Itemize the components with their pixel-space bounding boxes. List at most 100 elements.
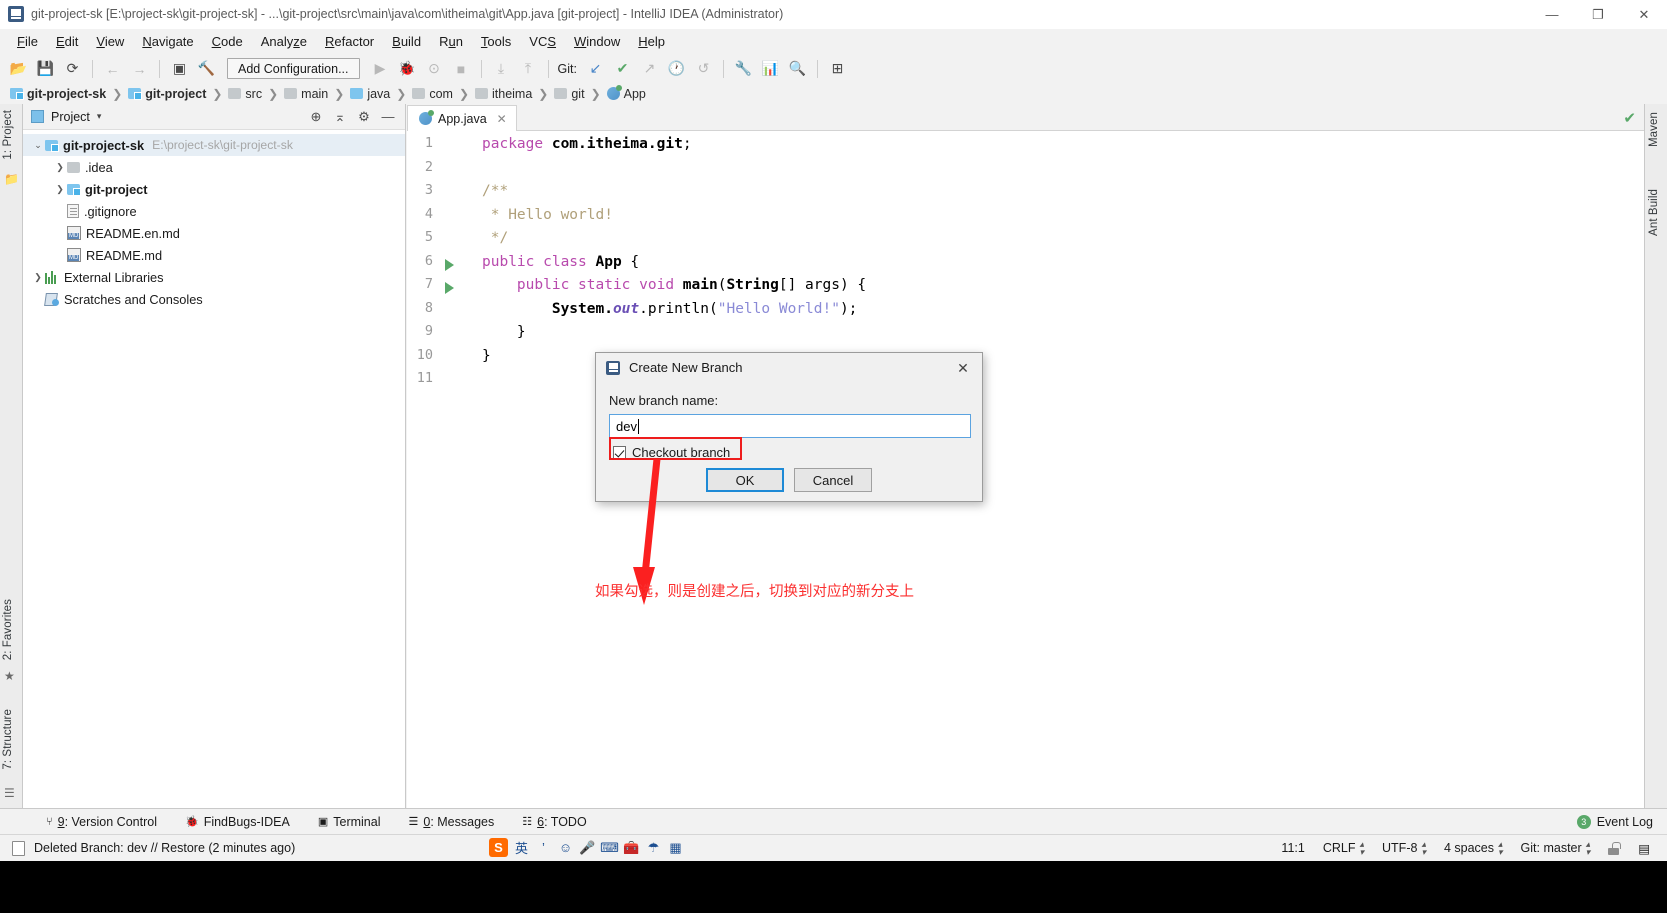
breadcrumb-item-git[interactable]: git — [552, 87, 586, 101]
git-history-icon[interactable]: 🕐 — [664, 57, 689, 81]
menu-item-help[interactable]: Help — [629, 31, 674, 52]
search-icon[interactable]: 🔍 — [785, 57, 810, 81]
maximize-button[interactable]: ❐ — [1575, 0, 1621, 29]
git-branch-selector[interactable]: Git: master ▴▾ — [1512, 840, 1600, 856]
menu-item-code[interactable]: Code — [203, 31, 252, 52]
tree-node-readme-md[interactable]: README.md — [23, 244, 405, 266]
tree-node-git-project-sk[interactable]: ⌄git-project-skE:\project-sk\git-project… — [23, 134, 405, 156]
forward-arrow-icon[interactable]: → — [127, 57, 152, 81]
dialog-close-button[interactable]: ✕ — [952, 358, 974, 378]
bottom-tab-findbugs-idea[interactable]: 🐞FindBugs-IDEA — [171, 815, 304, 829]
sync-icon[interactable]: ⟳ — [60, 57, 85, 81]
menu-item-file[interactable]: File — [8, 31, 47, 52]
add-configuration-button[interactable]: Add Configuration... — [227, 58, 360, 79]
chevron-down-icon[interactable]: ⌄ — [31, 140, 45, 151]
collapse-all-icon[interactable]: ⌅ — [329, 106, 351, 128]
lock-icon[interactable] — [1599, 842, 1629, 855]
menu-item-navigate[interactable]: Navigate — [133, 31, 202, 52]
menu-item-view[interactable]: View — [87, 31, 133, 52]
menu-item-edit[interactable]: Edit — [47, 31, 87, 52]
locate-icon[interactable]: ⊕ — [305, 106, 327, 128]
run-gutter-icon[interactable] — [445, 282, 454, 294]
run-config-icon[interactable]: ▣ — [167, 57, 192, 81]
breadcrumb-item-main[interactable]: main — [282, 87, 330, 101]
chevron-right-icon[interactable]: ❯ — [53, 184, 67, 195]
bottom-tab-9--version-control[interactable]: ⑂9: Version Control — [32, 815, 171, 829]
breadcrumb-item-git-project[interactable]: git-project — [126, 87, 208, 101]
checkout-branch-checkbox[interactable]: Checkout branch — [613, 445, 730, 460]
event-log-button[interactable]: 3 Event Log — [1577, 815, 1667, 829]
settings-gear-icon[interactable]: ⚙ — [353, 106, 375, 128]
toolbox-icon[interactable]: 🧰 — [623, 838, 640, 857]
tab-app-java[interactable]: App.java ✕ — [407, 105, 517, 131]
sidebar-item-favorites[interactable]: 2: Favorites — [2, 599, 14, 660]
sidebar-item-structure[interactable]: 7: Structure — [2, 709, 14, 770]
menu-item-refactor[interactable]: Refactor — [316, 31, 383, 52]
hide-icon[interactable]: — — [377, 106, 399, 128]
status-message[interactable]: Deleted Branch: dev // Restore (2 minute… — [34, 841, 295, 855]
menu-item-window[interactable]: Window — [565, 31, 629, 52]
close-button[interactable]: ✕ — [1621, 0, 1667, 29]
run-gutter-icon[interactable] — [445, 259, 454, 271]
caret-position[interactable]: 11:1 — [1272, 841, 1313, 855]
build-hammer-icon[interactable]: 🔨 — [194, 57, 219, 81]
breadcrumb-item-src[interactable]: src — [226, 87, 264, 101]
open-folder-icon[interactable]: 📂 — [6, 57, 31, 81]
punctuation-icon[interactable]: ’ — [535, 838, 552, 857]
run-icon[interactable]: ▶ — [368, 57, 393, 81]
menu-item-tools[interactable]: Tools — [472, 31, 520, 52]
chevron-down-icon[interactable]: ▾ — [97, 111, 102, 122]
chinese-mode-icon[interactable]: 英 — [513, 838, 530, 857]
sidebar-item-project[interactable]: 1: Project — [2, 110, 14, 160]
tree-node-external-libraries[interactable]: ❯External Libraries — [23, 266, 405, 288]
tree-node-scratches-and-consoles[interactable]: Scratches and Consoles — [23, 288, 405, 310]
breadcrumb-item-itheima[interactable]: itheima — [473, 87, 534, 101]
menu-item-analyze[interactable]: Analyze — [252, 31, 316, 52]
sidebar-item-maven[interactable]: Maven — [1648, 112, 1660, 147]
debug-icon[interactable]: 🐞 — [395, 57, 420, 81]
memory-indicator-icon[interactable]: ▤ — [1629, 841, 1659, 856]
menu-item-build[interactable]: Build — [383, 31, 430, 52]
cancel-button[interactable]: Cancel — [794, 468, 872, 492]
close-icon[interactable]: ✕ — [497, 112, 507, 126]
sidebar-item-ant-build[interactable]: Ant Build — [1648, 189, 1660, 236]
voice-input-icon[interactable]: 🎤 — [579, 838, 596, 857]
tree-node--idea[interactable]: ❯.idea — [23, 156, 405, 178]
profile-icon[interactable]: ⤓ — [489, 57, 514, 81]
breadcrumb-item-git-project-sk[interactable]: git-project-sk — [8, 87, 108, 101]
menu-item-vcs[interactable]: VCS — [520, 31, 565, 52]
run-coverage-icon[interactable]: ⊙ — [422, 57, 447, 81]
indent-selector[interactable]: 4 spaces ▴▾ — [1435, 840, 1512, 856]
settings-wrench-icon[interactable]: 🔧 — [731, 57, 756, 81]
ok-button[interactable]: OK — [706, 468, 784, 492]
apps-icon[interactable]: ▦ — [667, 838, 684, 857]
save-all-icon[interactable]: 💾 — [33, 57, 58, 81]
bottom-tab-terminal[interactable]: ▣Terminal — [304, 815, 395, 829]
keyboard-icon[interactable]: ⌨ — [601, 838, 618, 857]
breadcrumb-item-app[interactable]: App — [605, 87, 648, 101]
git-update-icon[interactable]: ↙ — [583, 57, 608, 81]
minimize-button[interactable]: — — [1529, 0, 1575, 29]
attach-icon[interactable]: ⤒ — [516, 57, 541, 81]
project-structure-icon[interactable]: 📊 — [758, 57, 783, 81]
stop-icon[interactable]: ■ — [449, 57, 474, 81]
bottom-tab-6--todo[interactable]: ☷6: TODO — [508, 815, 600, 829]
menu-item-run[interactable]: Run — [430, 31, 472, 52]
sogou-icon[interactable]: S — [489, 838, 508, 857]
breadcrumb-item-java[interactable]: java — [348, 87, 392, 101]
git-commit-icon[interactable]: ✔ — [610, 57, 635, 81]
back-arrow-icon[interactable]: ← — [100, 57, 125, 81]
tree-node-readme-en-md[interactable]: README.en.md — [23, 222, 405, 244]
breadcrumb-item-com[interactable]: com — [410, 87, 455, 101]
git-push-icon[interactable]: ↗ — [637, 57, 662, 81]
umbrella-icon[interactable]: ☂ — [645, 838, 662, 857]
chevron-right-icon[interactable]: ❯ — [53, 162, 67, 173]
bottom-tab-0--messages[interactable]: ☰0: Messages — [395, 815, 509, 829]
expand-icon[interactable]: ⊞ — [825, 57, 850, 81]
line-separator-selector[interactable]: CRLF ▴▾ — [1314, 840, 1373, 856]
tree-node--gitignore[interactable]: .gitignore — [23, 200, 405, 222]
emoji-icon[interactable]: ☺ — [557, 838, 574, 857]
tree-node-git-project[interactable]: ❯git-project — [23, 178, 405, 200]
git-revert-icon[interactable]: ↺ — [691, 57, 716, 81]
encoding-selector[interactable]: UTF-8 ▴▾ — [1373, 840, 1435, 856]
